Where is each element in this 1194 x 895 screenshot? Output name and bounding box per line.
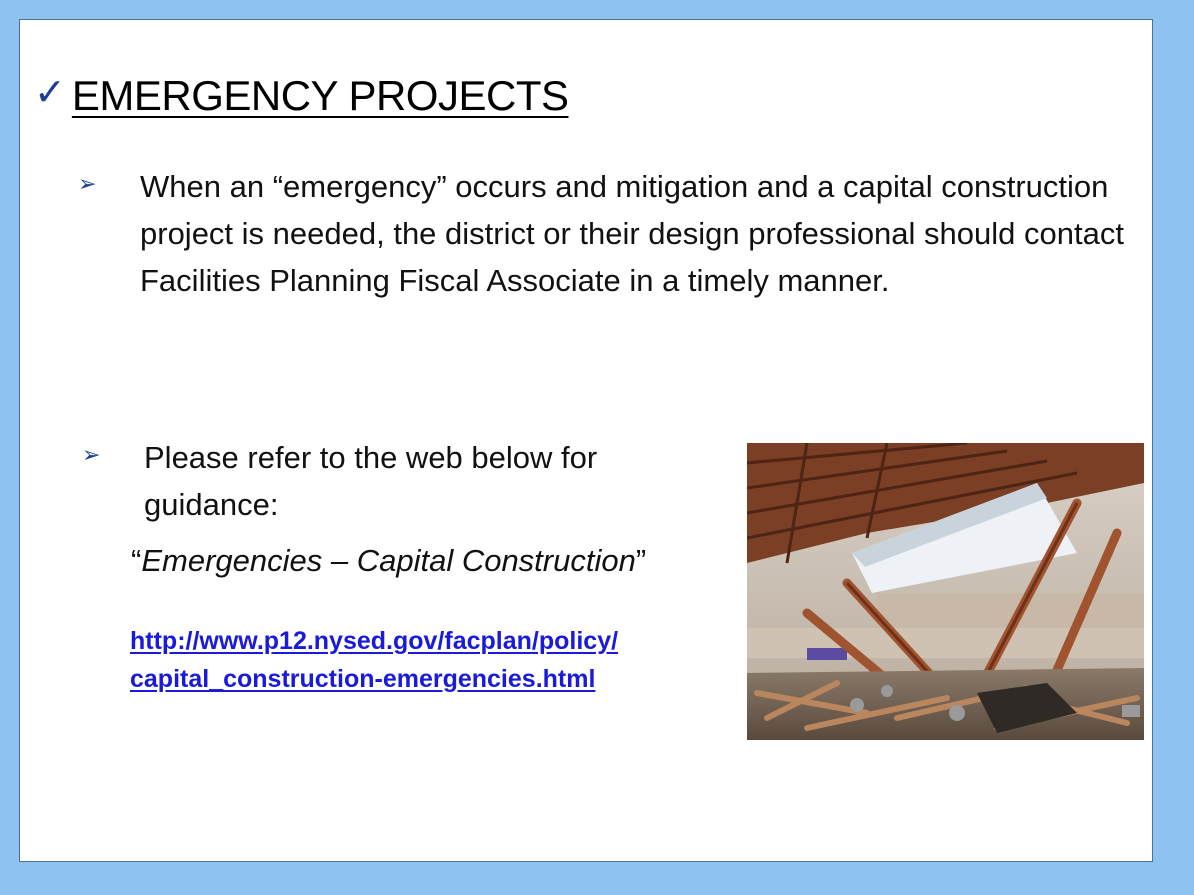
checkmark-icon: ✓ bbox=[34, 72, 66, 114]
slide: ✓ EMERGENCY PROJECTS ➢ When an “emergenc… bbox=[19, 19, 1153, 862]
link-line-1: http://www.p12.nysed.gov/facplan/policy/ bbox=[130, 627, 619, 655]
guidance-link[interactable]: http://www.p12.nysed.gov/facplan/policy/… bbox=[130, 622, 618, 698]
bullet-text: When an “emergency” occurs and mitigatio… bbox=[140, 169, 1124, 298]
bullet-item: ➢ When an “emergency” occurs and mitigat… bbox=[78, 163, 1138, 304]
slide-title: ✓ EMERGENCY PROJECTS bbox=[34, 72, 569, 120]
bullet-text: Please refer to the web below for guidan… bbox=[144, 440, 598, 522]
quote-open: “ bbox=[131, 543, 142, 578]
link-line-2: capital_construction-emergencies.html bbox=[130, 665, 596, 693]
document-title-quote: “Emergencies – Capital Construction” bbox=[131, 543, 646, 579]
quote-close: ” bbox=[635, 543, 647, 578]
collapsed-roof-photo bbox=[747, 443, 1144, 740]
title-text: EMERGENCY PROJECTS bbox=[71, 72, 569, 119]
arrow-bullet-icon: ➢ bbox=[78, 171, 97, 196]
arrow-bullet-icon: ➢ bbox=[82, 442, 101, 467]
bullet-item: ➢ Please refer to the web below for guid… bbox=[82, 434, 722, 528]
quote-text: Emergencies – Capital Construction bbox=[141, 543, 636, 578]
